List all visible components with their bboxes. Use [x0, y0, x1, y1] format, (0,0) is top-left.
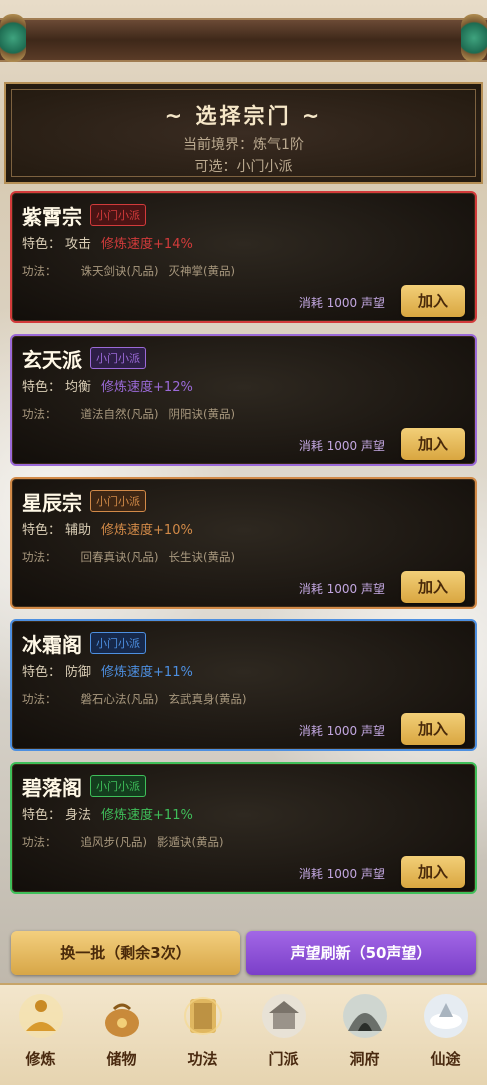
technique-item: 长生诀(黄品) — [168, 550, 235, 564]
technique-item: 道法自然(凡品) — [80, 407, 159, 421]
header-panel: ~ 选择宗门 ~ 当前境界：炼气1阶 可选：小门小派 — [4, 82, 483, 184]
reputation-cost: 消耗 1000 声望 — [298, 296, 385, 310]
swap-batch-button[interactable]: 换一批（剩余3次） — [11, 931, 240, 975]
sect-trait: 特色： 辅助 修炼速度+10% — [22, 519, 193, 538]
technique-label: 功法： — [22, 692, 57, 706]
trait-value: 辅助 — [65, 523, 92, 538]
sect-tier-badge: 小门小派 — [90, 204, 146, 226]
scroll-icon — [178, 991, 228, 1041]
sect-name: 紫霄宗 — [22, 205, 82, 229]
sect-trait: 特色： 均衡 修炼速度+12% — [22, 376, 193, 395]
nav-label: 门派 — [268, 1050, 299, 1068]
join-sect-button[interactable]: 加入 — [401, 856, 465, 888]
cultivation-speed: 修炼速度+11% — [101, 665, 193, 680]
technique-label: 功法： — [22, 835, 57, 849]
sect-trait: 特色： 身法 修炼速度+11% — [22, 804, 193, 823]
reputation-cost: 消耗 1000 声望 — [298, 439, 385, 453]
technique-label: 功法： — [22, 550, 57, 564]
nav-item-5[interactable]: 仙途 — [405, 985, 486, 1085]
trait-label: 特色： — [22, 237, 62, 252]
technique-item: 回春真诀(凡品) — [80, 550, 159, 564]
available-tier: 可选：小门小派 — [194, 159, 293, 175]
sect-card: 紫霄宗 小门小派特色： 攻击 修炼速度+14% 功法： 诛天剑诀(凡品) 灭神掌(黄品) 消耗… — [10, 191, 477, 323]
trait-label: 特色： — [22, 380, 62, 395]
immortal-path-icon — [421, 991, 471, 1041]
trait-value: 身法 — [65, 808, 92, 823]
sect-name: 玄天派 — [22, 348, 82, 372]
trait-value: 均衡 — [65, 380, 92, 395]
sect-name: 星辰宗 — [22, 491, 82, 515]
nav-item-0[interactable]: 修炼 — [0, 985, 81, 1085]
sect-techniques: 功法： 磐石心法(凡品) 玄武真身(黄品) — [22, 691, 256, 707]
sect-tier-badge: 小门小派 — [90, 775, 146, 797]
technique-item: 灭神掌(黄品) — [168, 264, 235, 278]
cultivation-speed: 修炼速度+11% — [101, 808, 193, 823]
sect-tier-badge: 小门小派 — [90, 347, 146, 369]
sect-trait: 特色： 攻击 修炼速度+14% — [22, 233, 193, 252]
nav-label: 仙途 — [430, 1050, 461, 1068]
sect-card: 碧落阁 小门小派特色： 身法 修炼速度+11% 功法： 追风步(凡品) 影遁诀(黄品) 消耗 … — [10, 762, 477, 894]
trait-value: 防御 — [65, 665, 92, 680]
scroll-cap-right-icon — [461, 14, 487, 62]
sect-techniques: 功法： 诛天剑诀(凡品) 灭神掌(黄品) — [22, 263, 245, 279]
nav-item-4[interactable]: 洞府 — [324, 985, 405, 1085]
nav-item-1[interactable]: 储物 — [81, 985, 162, 1085]
sect-card: 玄天派 小门小派特色： 均衡 修炼速度+12% 功法： 道法自然(凡品) 阴阳诀(黄品) 消耗… — [10, 334, 477, 466]
reputation-refresh-button[interactable]: 声望刷新（50声望） — [246, 931, 476, 975]
technique-item: 诛天剑诀(凡品) — [80, 264, 159, 278]
nav-label: 储物 — [106, 1050, 137, 1068]
trait-label: 特色： — [22, 523, 62, 538]
top-scroll-rod — [0, 18, 487, 62]
sect-name: 碧落阁 — [22, 776, 82, 800]
current-realm: 当前境界：炼气1阶 — [183, 137, 304, 153]
technique-item: 磐石心法(凡品) — [80, 692, 159, 706]
page-title: ~ 选择宗门 ~ — [164, 104, 323, 128]
technique-label: 功法： — [22, 264, 57, 278]
meditation-icon — [16, 991, 66, 1041]
technique-item: 追风步(凡品) — [80, 835, 147, 849]
reputation-cost: 消耗 1000 声望 — [298, 582, 385, 596]
cultivation-speed: 修炼速度+14% — [101, 237, 193, 252]
nav-label: 洞府 — [349, 1050, 380, 1068]
trait-label: 特色： — [22, 665, 62, 680]
join-sect-button[interactable]: 加入 — [401, 571, 465, 603]
sect-card: 冰霜阁 小门小派特色： 防御 修炼速度+11% 功法： 磐石心法(凡品) 玄武真身(黄品) 消… — [10, 619, 477, 751]
nav-item-3[interactable]: 门派 — [243, 985, 324, 1085]
sect-card: 星辰宗 小门小派特色： 辅助 修炼速度+10% 功法： 回春真诀(凡品) 长生诀(黄品) 消耗… — [10, 477, 477, 609]
technique-label: 功法： — [22, 407, 57, 421]
sect-techniques: 功法： 追风步(凡品) 影遁诀(黄品) — [22, 834, 233, 850]
cultivation-speed: 修炼速度+12% — [101, 380, 193, 395]
technique-item: 玄武真身(黄品) — [168, 692, 247, 706]
sect-name: 冰霜阁 — [22, 633, 82, 657]
cultivation-speed: 修炼速度+10% — [101, 523, 193, 538]
bottom-nav: 修炼 储物 功法 门派 洞府 仙途 — [0, 983, 487, 1085]
sect-tier-badge: 小门小派 — [90, 632, 146, 654]
nav-item-2[interactable]: 功法 — [162, 985, 243, 1085]
reputation-cost: 消耗 1000 声望 — [298, 724, 385, 738]
temple-icon — [259, 991, 309, 1041]
sect-techniques: 功法： 道法自然(凡品) 阴阳诀(黄品) — [22, 406, 245, 422]
trait-value: 攻击 — [65, 237, 92, 252]
join-sect-button[interactable]: 加入 — [401, 428, 465, 460]
trait-label: 特色： — [22, 808, 62, 823]
join-sect-button[interactable]: 加入 — [401, 713, 465, 745]
nav-label: 功法 — [187, 1050, 218, 1068]
cave-icon — [340, 991, 390, 1041]
reputation-cost: 消耗 1000 声望 — [298, 867, 385, 881]
pouch-icon — [97, 991, 147, 1041]
technique-item: 影遁诀(黄品) — [156, 835, 224, 849]
join-sect-button[interactable]: 加入 — [401, 285, 465, 317]
technique-item: 阴阳诀(黄品) — [168, 407, 235, 421]
scroll-cap-left-icon — [0, 14, 26, 62]
sect-trait: 特色： 防御 修炼速度+11% — [22, 661, 193, 680]
sect-techniques: 功法： 回春真诀(凡品) 长生诀(黄品) — [22, 549, 245, 565]
sect-tier-badge: 小门小派 — [90, 490, 146, 512]
nav-label: 修炼 — [25, 1050, 56, 1068]
